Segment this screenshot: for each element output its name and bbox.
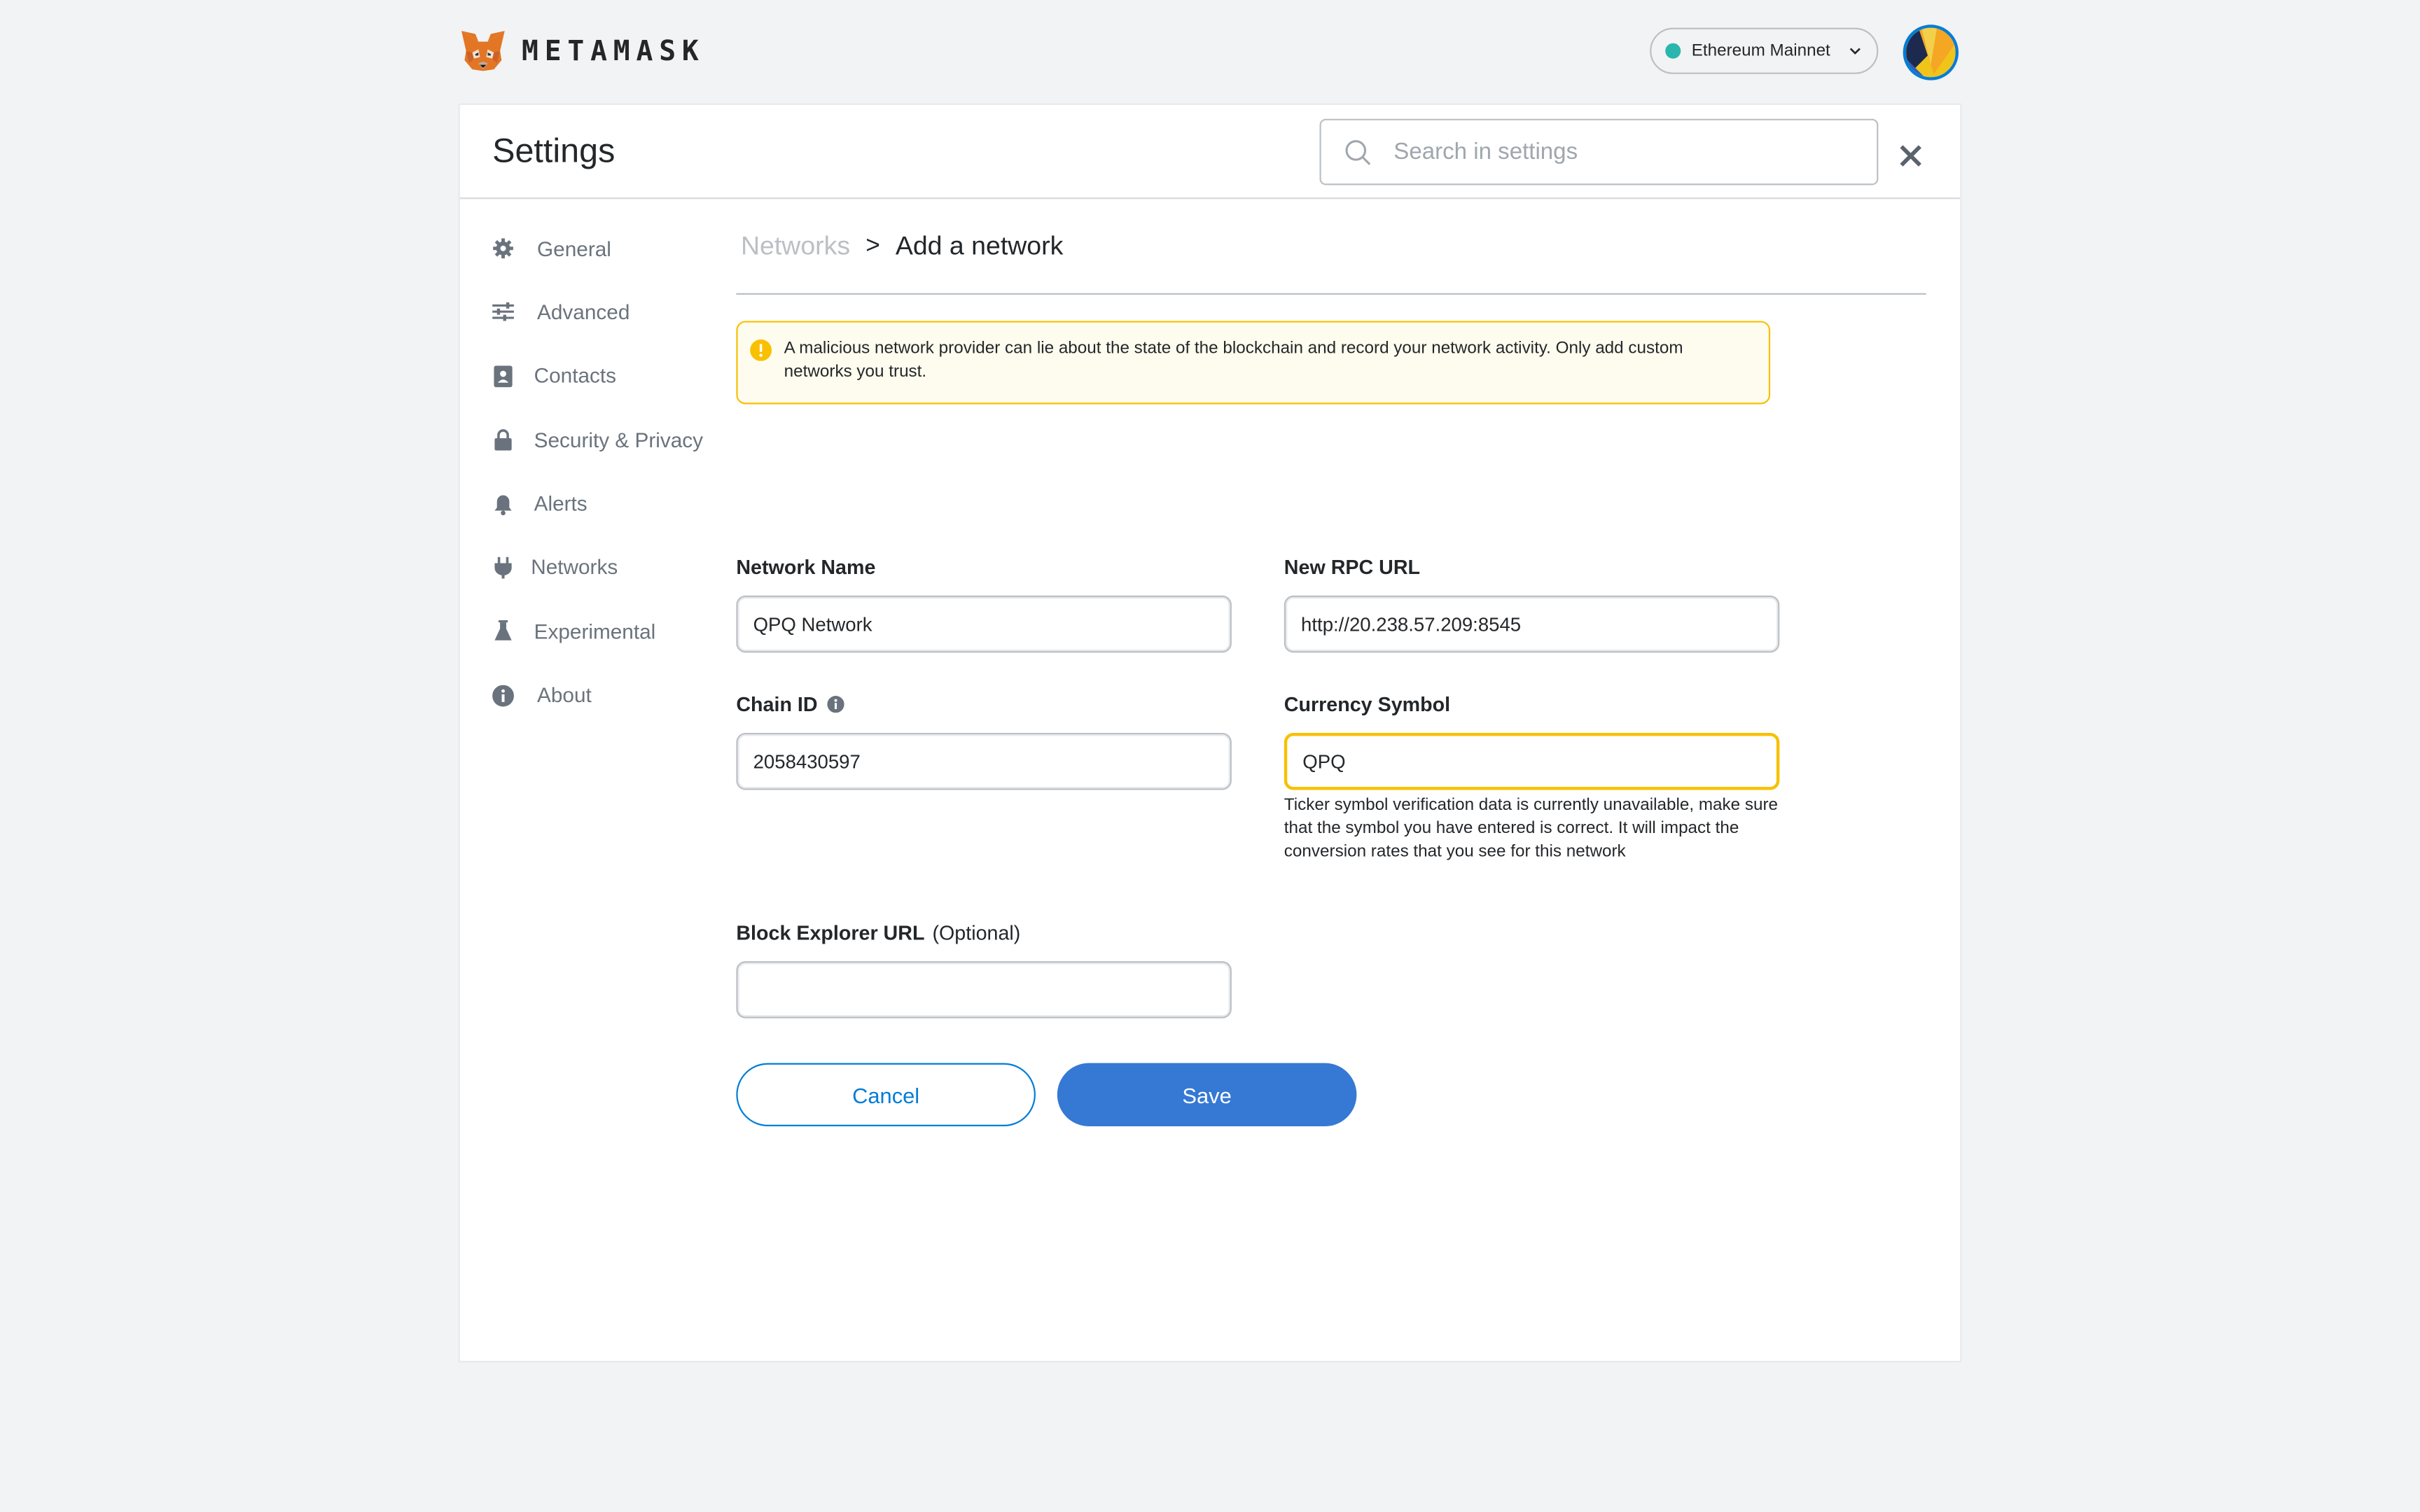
currency-symbol-field[interactable] xyxy=(1284,732,1780,790)
sliders-icon xyxy=(492,302,514,323)
bell-icon xyxy=(492,493,514,515)
rpc-url-field[interactable] xyxy=(1284,595,1780,653)
breadcrumb-separator: > xyxy=(865,232,880,260)
page-title: Settings xyxy=(492,131,616,170)
chevron-down-icon xyxy=(1849,48,1861,55)
cancel-button[interactable]: Cancel xyxy=(736,1063,1036,1126)
sidebar-item-contacts[interactable]: Contacts xyxy=(492,360,724,391)
search-input[interactable] xyxy=(1390,137,1844,167)
network-name-label: Network Name xyxy=(736,555,875,578)
account-avatar[interactable] xyxy=(1903,24,1959,80)
malicious-provider-warning: A malicious network provider can lie abo… xyxy=(736,321,1771,405)
sidebar-item-label: About xyxy=(537,683,592,707)
sidebar-item-advanced[interactable]: Advanced xyxy=(492,297,724,328)
network-label: Ethereum Mainnet xyxy=(1691,41,1830,60)
contact-book-icon xyxy=(492,365,514,387)
network-status-dot xyxy=(1665,43,1681,59)
rpc-url-label-text: New RPC URL xyxy=(1284,555,1421,579)
settings-header: Settings xyxy=(459,105,1961,200)
sidebar-item-experimental[interactable]: Experimental xyxy=(492,616,724,647)
breadcrumb: Networks > Add a network xyxy=(741,232,1063,262)
sidebar-item-label: Networks xyxy=(531,556,618,580)
network-name-field[interactable] xyxy=(736,595,1232,653)
sidebar-item-label: Security & Privacy xyxy=(534,428,704,452)
sidebar-item-label: Experimental xyxy=(534,620,656,643)
block-explorer-field[interactable] xyxy=(736,961,1232,1018)
breadcrumb-networks-link[interactable]: Networks xyxy=(741,232,850,262)
optional-tag: (Optional) xyxy=(932,920,1021,944)
identicon xyxy=(1906,27,1956,78)
info-icon xyxy=(492,685,514,706)
gear-icon xyxy=(492,237,514,259)
currency-symbol-warning: Ticker symbol verification data is curre… xyxy=(1284,796,1779,861)
fox-icon xyxy=(461,31,505,71)
sidebar-item-networks[interactable]: Networks xyxy=(492,552,724,583)
rpc-url-label: New RPC URL xyxy=(1284,555,1420,578)
currency-symbol-label-text: Currency Symbol xyxy=(1284,692,1451,716)
metamask-wordmark: METAMASK xyxy=(521,34,705,67)
currency-symbol-label: Currency Symbol xyxy=(1284,693,1450,716)
chain-id-field[interactable] xyxy=(736,732,1232,790)
chain-id-label: Chain ID xyxy=(736,693,844,716)
sidebar-item-general[interactable]: General xyxy=(492,233,724,264)
search-icon xyxy=(1345,139,1371,164)
chain-id-label-text: Chain ID xyxy=(736,692,818,716)
network-selector[interactable]: Ethereum Mainnet xyxy=(1650,27,1879,74)
search-box[interactable] xyxy=(1319,118,1879,186)
plug-icon xyxy=(492,556,514,579)
sidebar-item-security[interactable]: Security & Privacy xyxy=(492,425,724,456)
block-explorer-label-text: Block Explorer URL xyxy=(736,920,925,944)
close-icon[interactable] xyxy=(1898,144,1923,168)
sidebar-item-label: Alerts xyxy=(534,492,587,516)
sidebar-item-alerts[interactable]: Alerts xyxy=(492,489,724,519)
settings-sidebar: General Advanced Contacts Security & Pri… xyxy=(492,233,724,744)
breadcrumb-current: Add a network xyxy=(895,231,1064,261)
save-button[interactable]: Save xyxy=(1057,1063,1357,1126)
sidebar-item-label: General xyxy=(537,237,611,260)
divider xyxy=(736,293,1926,295)
chain-id-info-icon[interactable] xyxy=(826,696,844,713)
metamask-logo[interactable]: METAMASK xyxy=(460,29,705,73)
network-name-label-text: Network Name xyxy=(736,555,876,579)
sidebar-item-label: Advanced xyxy=(537,300,630,324)
warning-text: A malicious network provider can lie abo… xyxy=(784,339,1683,382)
sidebar-item-label: Contacts xyxy=(534,364,617,388)
warning-info-icon xyxy=(750,339,772,361)
sidebar-item-about[interactable]: About xyxy=(492,680,724,710)
settings-card: Settings Search in settings General Adva… xyxy=(459,104,1961,1362)
flask-icon xyxy=(492,620,514,643)
block-explorer-label: Block Explorer URL (Optional) xyxy=(736,921,1020,944)
lock-icon xyxy=(492,429,514,451)
